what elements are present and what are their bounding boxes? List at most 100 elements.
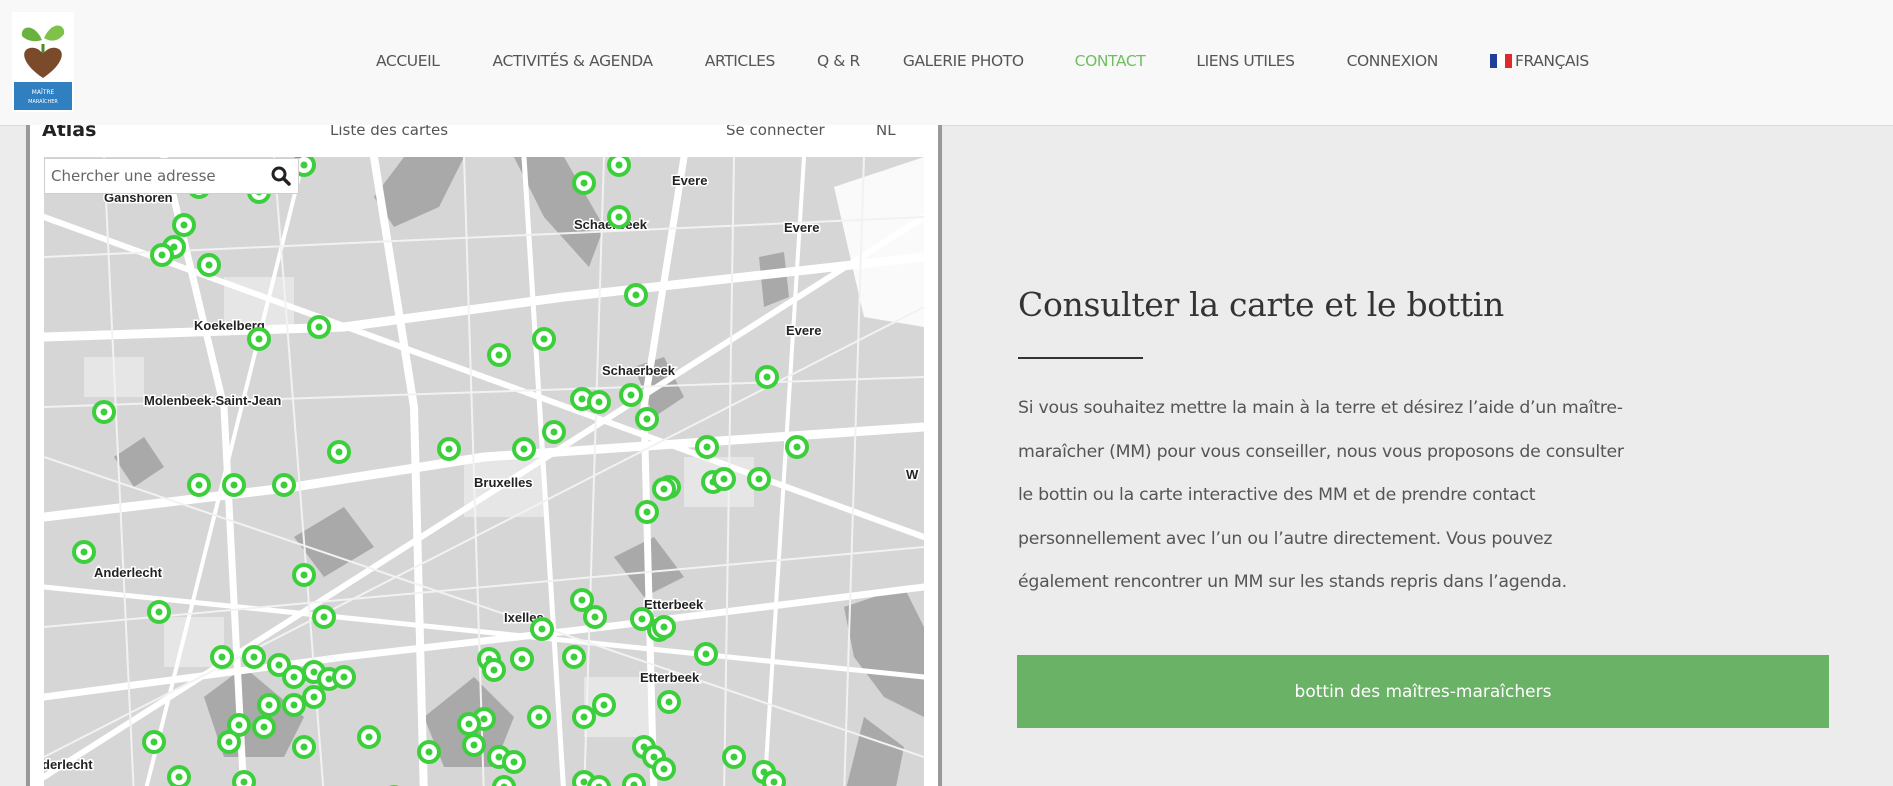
map-marker[interactable]	[292, 735, 316, 759]
map-marker[interactable]	[722, 745, 746, 769]
map-place-label: Evere	[784, 220, 819, 235]
nav-activites-agenda[interactable]: ACTIVITÉS & AGENDA	[493, 52, 654, 70]
map-marker[interactable]	[587, 390, 611, 414]
map-marker[interactable]	[607, 205, 631, 229]
map-marker[interactable]	[619, 383, 643, 407]
map-marker[interactable]	[222, 473, 246, 497]
map-marker[interactable]	[147, 600, 171, 624]
map-marker[interactable]	[150, 243, 174, 267]
map-marker[interactable]	[635, 500, 659, 524]
nav-galerie-photo[interactable]: GALERIE PHOTO	[903, 52, 1024, 70]
map-marker[interactable]	[583, 605, 607, 629]
map-place-label: Evere	[786, 323, 821, 338]
map-language-link[interactable]: NL	[876, 125, 896, 139]
map-marker[interactable]	[302, 685, 326, 709]
map-marker[interactable]	[167, 765, 191, 786]
map-marker[interactable]	[210, 645, 234, 669]
map-place-label: Anderlecht	[94, 565, 163, 580]
page: MAÎTRE MARAÎCHER ACCUEIL ACTIVITÉS & AGE…	[0, 0, 1893, 786]
nav-connexion[interactable]: CONNEXION	[1347, 52, 1439, 70]
map-marker[interactable]	[527, 705, 551, 729]
map-marker[interactable]	[510, 647, 534, 671]
map-marker[interactable]	[762, 770, 786, 786]
map-marker[interactable]	[247, 327, 271, 351]
map-marker[interactable]	[292, 563, 316, 587]
map-marker[interactable]	[332, 665, 356, 689]
map-marker[interactable]	[357, 725, 381, 749]
map-marker[interactable]	[592, 693, 616, 717]
map-marker[interactable]	[502, 750, 526, 774]
map-marker[interactable]	[437, 437, 461, 461]
interactive-map[interactable]: GanshorenEvereSchaerbeekEvereKoekelbergE…	[44, 157, 924, 786]
map-marker[interactable]	[587, 775, 611, 786]
map-marker[interactable]	[607, 157, 631, 177]
nav-contact[interactable]: CONTACT	[1075, 52, 1146, 70]
map-marker[interactable]	[712, 467, 736, 491]
map-marker[interactable]	[492, 775, 516, 786]
directory-button[interactable]: bottin des maîtres-maraîchers	[1017, 655, 1829, 728]
map-marker[interactable]	[252, 715, 276, 739]
map-marker[interactable]	[635, 407, 659, 431]
nav-liens-utiles[interactable]: LIENS UTILES	[1196, 52, 1295, 70]
map-marker[interactable]	[232, 770, 256, 786]
map-marker[interactable]	[282, 693, 306, 717]
map-marker[interactable]	[92, 400, 116, 424]
paragraph-line: le bottin ou la carte interactive des MM…	[1018, 485, 1536, 505]
map-marker[interactable]	[72, 540, 96, 564]
map-marker[interactable]	[657, 690, 681, 714]
map-marker[interactable]	[530, 617, 554, 641]
map-marker[interactable]	[197, 253, 221, 277]
map-marker[interactable]	[624, 283, 648, 307]
map-marker[interactable]	[512, 437, 536, 461]
map-marker[interactable]	[652, 477, 676, 501]
map-marker[interactable]	[695, 435, 719, 459]
map-list-link[interactable]: Liste des cartes	[330, 125, 448, 139]
map-marker[interactable]	[652, 615, 676, 639]
map-marker[interactable]	[142, 730, 166, 754]
map-marker[interactable]	[257, 693, 281, 717]
map-place-label: Bruxelles	[474, 475, 533, 490]
map-marker[interactable]	[307, 315, 331, 339]
site-logo[interactable]: MAÎTRE MARAÎCHER	[12, 12, 74, 112]
nav-articles[interactable]: ARTICLES	[705, 52, 776, 70]
map-marker[interactable]	[217, 730, 241, 754]
map-marker[interactable]	[272, 473, 296, 497]
map-marker[interactable]	[694, 642, 718, 666]
svg-text:MARAÎCHER: MARAÎCHER	[28, 98, 58, 105]
map-marker[interactable]	[747, 467, 771, 491]
map-marker[interactable]	[457, 712, 481, 736]
map-marker[interactable]	[755, 365, 779, 389]
map-marker[interactable]	[482, 658, 506, 682]
map-place-label: derlecht	[44, 757, 93, 772]
nav-accueil[interactable]: ACCUEIL	[376, 52, 440, 70]
paragraph-line: également rencontrer un MM sur les stand…	[1018, 572, 1567, 592]
map-login-link[interactable]: Se connecter	[726, 125, 825, 139]
map-marker[interactable]	[652, 757, 676, 781]
language-switcher[interactable]: FRANÇAIS	[1489, 52, 1589, 70]
map-marker[interactable]	[785, 435, 809, 459]
map-marker[interactable]	[572, 171, 596, 195]
map-marker[interactable]	[187, 473, 211, 497]
map-marker[interactable]	[622, 773, 646, 786]
map-place-label: Molenbeek-Saint-Jean	[144, 393, 281, 408]
map-marker[interactable]	[327, 440, 351, 464]
address-search-input[interactable]	[45, 159, 256, 193]
map-marker[interactable]	[532, 327, 556, 351]
map-marker[interactable]	[572, 705, 596, 729]
map-marker[interactable]	[282, 665, 306, 689]
map-marker[interactable]	[462, 733, 486, 757]
map-marker[interactable]	[312, 605, 336, 629]
map-canvas[interactable]: GanshorenEvereSchaerbeekEvereKoekelbergE…	[44, 157, 924, 786]
map-marker[interactable]	[542, 420, 566, 444]
nav-q-r[interactable]: Q & R	[817, 52, 860, 70]
map-marker[interactable]	[562, 645, 586, 669]
map-marker[interactable]	[417, 740, 441, 764]
search-icon[interactable]	[270, 165, 292, 187]
map-marker[interactable]	[242, 645, 266, 669]
map-marker[interactable]	[172, 213, 196, 237]
map-place-label: Evere	[672, 173, 707, 188]
section-heading: Consulter la carte et le bottin	[1018, 285, 1504, 324]
map-topbar: Atlas Liste des cartes Se connecter NL	[30, 125, 938, 153]
map-marker[interactable]	[487, 343, 511, 367]
site-header: MAÎTRE MARAÎCHER ACCUEIL ACTIVITÉS & AGE…	[0, 0, 1893, 126]
